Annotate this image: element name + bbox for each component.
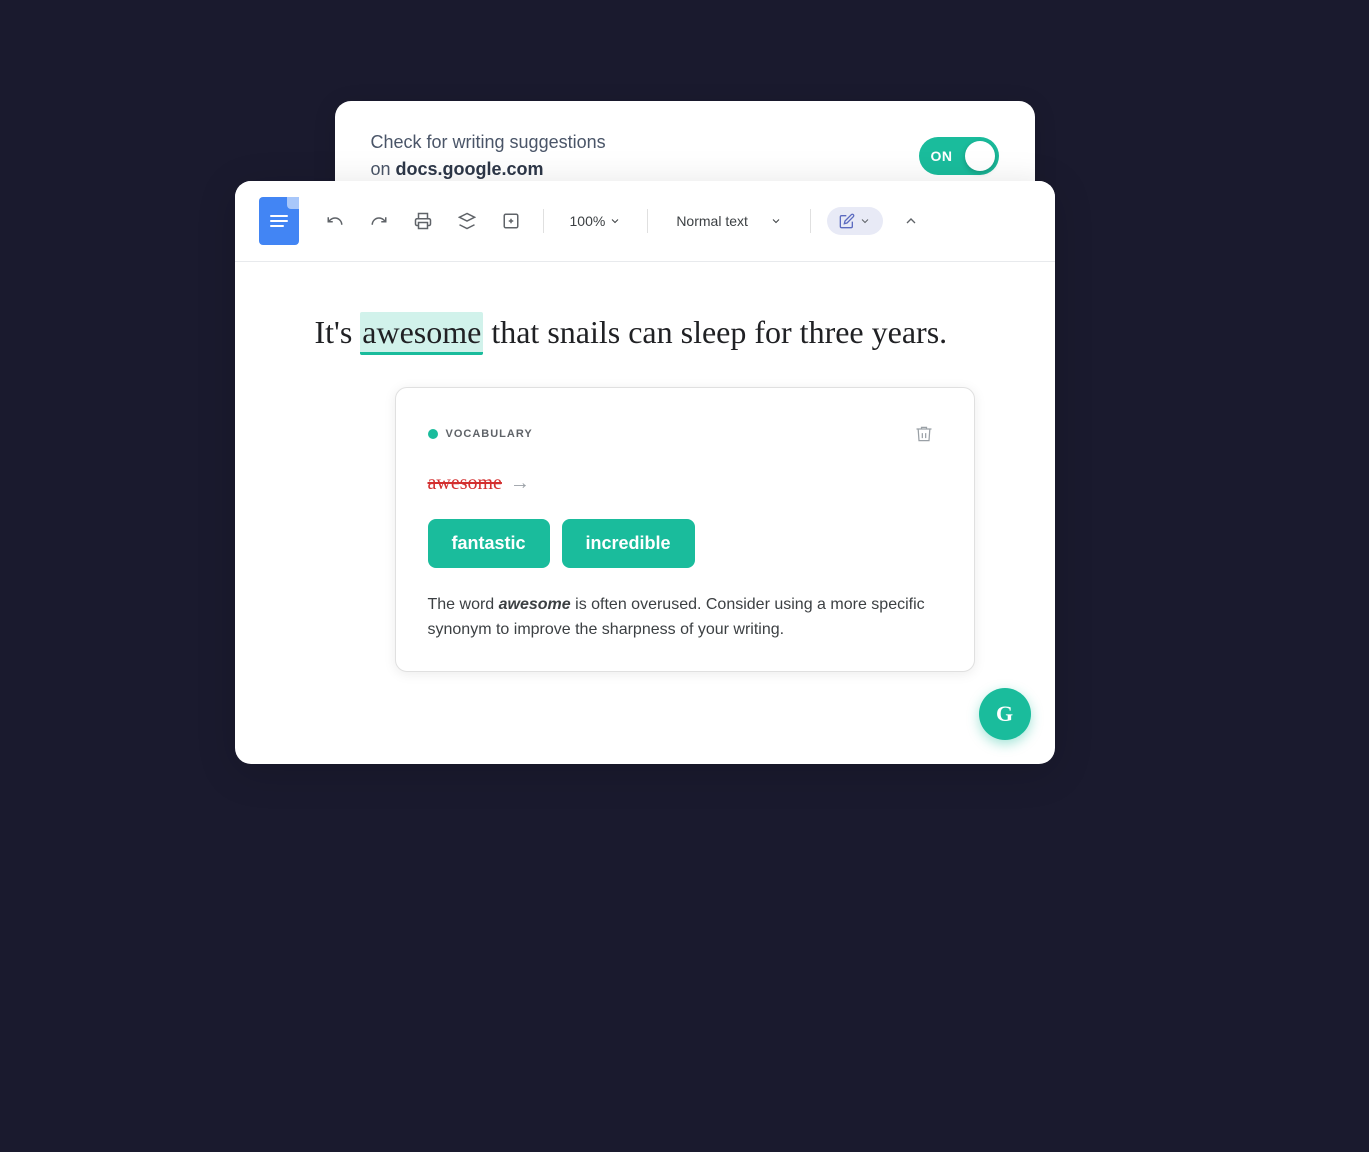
zoom-chevron-icon <box>609 215 621 227</box>
insert-button[interactable] <box>495 205 527 237</box>
toolbar-divider-3 <box>810 209 811 233</box>
toggle-label: ON <box>931 148 953 164</box>
toggle-container[interactable]: ON <box>919 137 999 175</box>
print-button[interactable] <box>407 205 439 237</box>
edit-mode-button[interactable] <box>827 207 883 235</box>
toolbar: 100% Normal text <box>235 181 1055 262</box>
fantastic-button[interactable]: fantastic <box>428 519 550 568</box>
redo-button[interactable] <box>363 205 395 237</box>
grammarly-fab-label: G <box>996 701 1013 727</box>
paint-format-button[interactable] <box>451 205 483 237</box>
zoom-value: 100% <box>570 213 606 229</box>
category-label-text: VOCABULARY <box>446 428 533 440</box>
text-style-value: Normal text <box>676 213 748 229</box>
edit-chevron-icon <box>859 215 871 227</box>
document-card: 100% Normal text <box>235 181 1055 764</box>
text-style-dropdown[interactable]: Normal text <box>664 207 794 235</box>
trash-icon <box>914 424 934 444</box>
main-sentence: It's awesome that snails can sleep for t… <box>315 310 975 355</box>
style-chevron-icon <box>770 215 782 227</box>
grammarly-toggle[interactable]: ON <box>919 137 999 175</box>
collapse-toolbar-button[interactable] <box>895 205 927 237</box>
zoom-dropdown[interactable]: 100% <box>560 209 632 233</box>
grammarly-fab[interactable]: G <box>979 688 1031 740</box>
desc-word: awesome <box>499 596 571 613</box>
suggestion-category: VOCABULARY <box>428 428 533 440</box>
desc-before: The word <box>428 596 499 613</box>
word-replacement-row: awesome → <box>428 472 942 495</box>
incredible-button[interactable]: incredible <box>562 519 695 568</box>
category-dot <box>428 429 438 439</box>
suggestion-header: VOCABULARY <box>428 416 942 452</box>
pencil-icon <box>839 213 855 229</box>
banner-line1: Check for writing suggestions <box>371 132 606 152</box>
toolbar-divider-2 <box>647 209 648 233</box>
arrow-icon: → <box>510 472 530 495</box>
highlighted-word: awesome <box>360 312 483 355</box>
toolbar-divider-1 <box>543 209 544 233</box>
suggestion-card: VOCABULARY awesome → <box>395 387 975 672</box>
docs-logo <box>259 197 299 245</box>
toggle-knob <box>965 141 995 171</box>
sentence-prefix: It's <box>315 314 361 350</box>
original-word: awesome <box>428 472 502 495</box>
chevron-up-icon <box>903 213 919 229</box>
banner-line2-prefix: on <box>371 159 396 179</box>
sentence-suffix: that snails can sleep for three years. <box>483 314 947 350</box>
suggestion-description: The word awesome is often overused. Cons… <box>428 592 942 643</box>
banner-text: Check for writing suggestions on docs.go… <box>371 129 606 183</box>
dismiss-suggestion-button[interactable] <box>906 416 942 452</box>
banner-domain: docs.google.com <box>396 159 544 179</box>
undo-button[interactable] <box>319 205 351 237</box>
suggestion-buttons: fantastic incredible <box>428 519 942 568</box>
document-content: It's awesome that snails can sleep for t… <box>235 262 1055 704</box>
